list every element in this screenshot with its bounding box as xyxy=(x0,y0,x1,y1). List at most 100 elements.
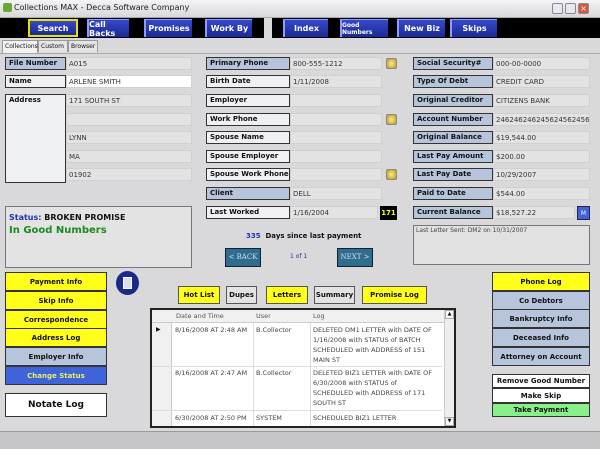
summary-button[interactable]: Summary xyxy=(314,286,355,304)
last-pay-date-field[interactable]: 10/29/2007 xyxy=(493,168,590,181)
last-worked-field[interactable]: 1/16/2004 xyxy=(290,206,378,219)
scroll-up-icon[interactable]: ▲ xyxy=(445,310,454,319)
close-button[interactable]: × xyxy=(578,3,589,14)
row-user: B.Collector xyxy=(256,326,292,334)
column-user[interactable]: User xyxy=(256,312,271,320)
new-biz-button[interactable]: New Biz xyxy=(397,19,445,37)
birth-date-label: Birth Date xyxy=(206,75,290,88)
scroll-down-icon[interactable]: ▼ xyxy=(445,417,454,426)
tab-custom[interactable]: Custom xyxy=(38,40,68,52)
change-status-button[interactable]: Change Status xyxy=(5,366,107,385)
spouse-employer-field[interactable] xyxy=(290,150,382,163)
letters-button[interactable]: Letters xyxy=(266,286,308,304)
attorney-on-account-button[interactable]: Attorney on Account xyxy=(492,347,590,366)
current-balance-field[interactable]: $18,527.22 xyxy=(493,206,575,219)
status-bar xyxy=(0,431,600,449)
tab-divider xyxy=(0,53,600,54)
days-count: 335 xyxy=(246,232,261,240)
promises-button[interactable]: Promises xyxy=(144,19,192,37)
social-security-label: Social Security# xyxy=(413,57,493,70)
document-icon[interactable] xyxy=(116,271,139,295)
row-header-column xyxy=(152,323,172,426)
m-button[interactable]: M xyxy=(577,206,590,220)
tab-collections[interactable]: Collections xyxy=(2,40,38,53)
last-pay-date-label: Last Pay Date xyxy=(413,168,493,181)
index-button[interactable]: Index xyxy=(283,19,328,37)
take-payment-button[interactable]: Take Payment xyxy=(492,403,590,417)
make-skip-button[interactable]: Make Skip xyxy=(492,388,590,403)
city-field[interactable]: LYNN xyxy=(66,131,192,144)
last-pay-amount-field[interactable]: $200.00 xyxy=(493,150,590,163)
address-line1-field[interactable]: 171 SOUTH ST xyxy=(66,94,192,107)
paid-to-date-label: Paid to Date xyxy=(413,187,493,200)
spouse-work-phone-label: Spouse Work Phone xyxy=(206,168,290,181)
account-number-field[interactable]: 246246246245624562456 xyxy=(493,113,590,126)
skip-info-button[interactable]: Skip Info xyxy=(5,291,107,310)
state-field[interactable]: MA xyxy=(66,150,192,163)
hot-list-button[interactable]: Hot List xyxy=(178,286,220,304)
notate-log-button[interactable]: Notate Log xyxy=(5,393,107,417)
maximize-button[interactable] xyxy=(565,3,576,14)
original-creditor-field[interactable]: CITIZENS BANK xyxy=(493,94,590,107)
type-of-debt-label: Type Of Debt xyxy=(413,75,493,88)
account-number-label: Account Number xyxy=(413,113,493,126)
address-line2-field[interactable] xyxy=(66,113,192,126)
promise-log-button[interactable]: Promise Log xyxy=(362,286,427,304)
primary-phone-field[interactable]: 800-555-1212 xyxy=(290,57,382,70)
bankruptcy-info-button[interactable]: Bankruptcy Info xyxy=(492,309,590,328)
deceased-info-button[interactable]: Deceased Info xyxy=(492,328,590,347)
file-number-field[interactable]: A015 xyxy=(66,57,192,70)
row-log: DELETED BIZ1 LETTER with DATE OF 6/30/20… xyxy=(313,369,432,407)
dial-phone-icon[interactable] xyxy=(386,58,397,69)
original-balance-label: Original Balance xyxy=(413,131,493,144)
remove-good-number-button[interactable]: Remove Good Number xyxy=(492,374,590,388)
name-field[interactable]: ARLENE SMITH xyxy=(66,75,192,88)
column-log[interactable]: Log xyxy=(313,312,325,320)
dial-phone-icon[interactable] xyxy=(386,169,397,180)
days-since-payment: 335 Days since last payment xyxy=(246,232,361,240)
row-date: 8/16/2008 AT 2:47 AM xyxy=(175,369,248,377)
dupes-button[interactable]: Dupes xyxy=(226,286,257,304)
row-date: 8/16/2008 AT 2:48 AM xyxy=(175,326,248,334)
call-backs-button[interactable]: Call Backs xyxy=(87,19,129,38)
employer-field[interactable] xyxy=(290,94,382,107)
tab-browser[interactable]: Browser xyxy=(68,40,98,52)
search-button[interactable]: Search xyxy=(28,19,78,37)
row-log: DELETED DM1 LETTER with DATE OF 1/16/200… xyxy=(313,326,432,364)
type-of-debt-field[interactable]: CREDIT CARD xyxy=(493,75,590,88)
address-log-button[interactable]: Address Log xyxy=(5,328,107,347)
status-label: Status: xyxy=(9,213,42,222)
dial-phone-icon[interactable] xyxy=(386,114,397,125)
zip-field[interactable]: 01902 xyxy=(66,168,192,181)
work-phone-field[interactable] xyxy=(290,113,382,126)
grid-scrollbar[interactable]: ▲ ▼ xyxy=(444,310,454,426)
employer-label: Employer xyxy=(206,94,290,107)
back-button[interactable]: < BACK xyxy=(225,248,261,267)
co-debtors-button[interactable]: Co Debtors xyxy=(492,291,590,310)
title-bar: Collections MAX - Decca Software Company… xyxy=(0,0,600,18)
row-user: SYSTEM xyxy=(256,414,282,422)
window-title: Collections MAX - Decca Software Company xyxy=(14,3,190,12)
phone-log-button[interactable]: Phone Log xyxy=(492,272,590,291)
paid-to-date-field[interactable]: $544.00 xyxy=(493,187,590,200)
spouse-work-phone-field[interactable] xyxy=(290,168,382,181)
good-numbers-button[interactable]: Good Numbers xyxy=(340,19,388,37)
employer-info-button[interactable]: Employer Info xyxy=(5,347,107,366)
minimize-button[interactable] xyxy=(552,3,563,14)
birth-date-field[interactable]: 1/11/2008 xyxy=(290,75,382,88)
client-field[interactable]: DELL xyxy=(290,187,382,200)
status-value: BROKEN PROMISE xyxy=(44,213,126,222)
correspondence-button[interactable]: Correspondence xyxy=(5,310,107,329)
original-balance-field[interactable]: $19,544.00 xyxy=(493,131,590,144)
payment-info-button[interactable]: Payment Info xyxy=(5,272,107,291)
last-worked-days-badge: 171 xyxy=(380,206,397,220)
row-user: B.Collector xyxy=(256,369,292,377)
work-by-button[interactable]: Work By xyxy=(205,19,252,37)
skips-button[interactable]: Skips xyxy=(450,19,497,37)
social-security-field[interactable]: 000-00-0000 xyxy=(493,57,590,70)
good-numbers-status: In Good Numbers xyxy=(9,225,107,236)
column-date[interactable]: Date and Time xyxy=(176,312,224,320)
next-button[interactable]: NEXT > xyxy=(337,248,373,267)
primary-phone-label: Primary Phone xyxy=(206,57,290,70)
spouse-name-field[interactable] xyxy=(290,131,382,144)
